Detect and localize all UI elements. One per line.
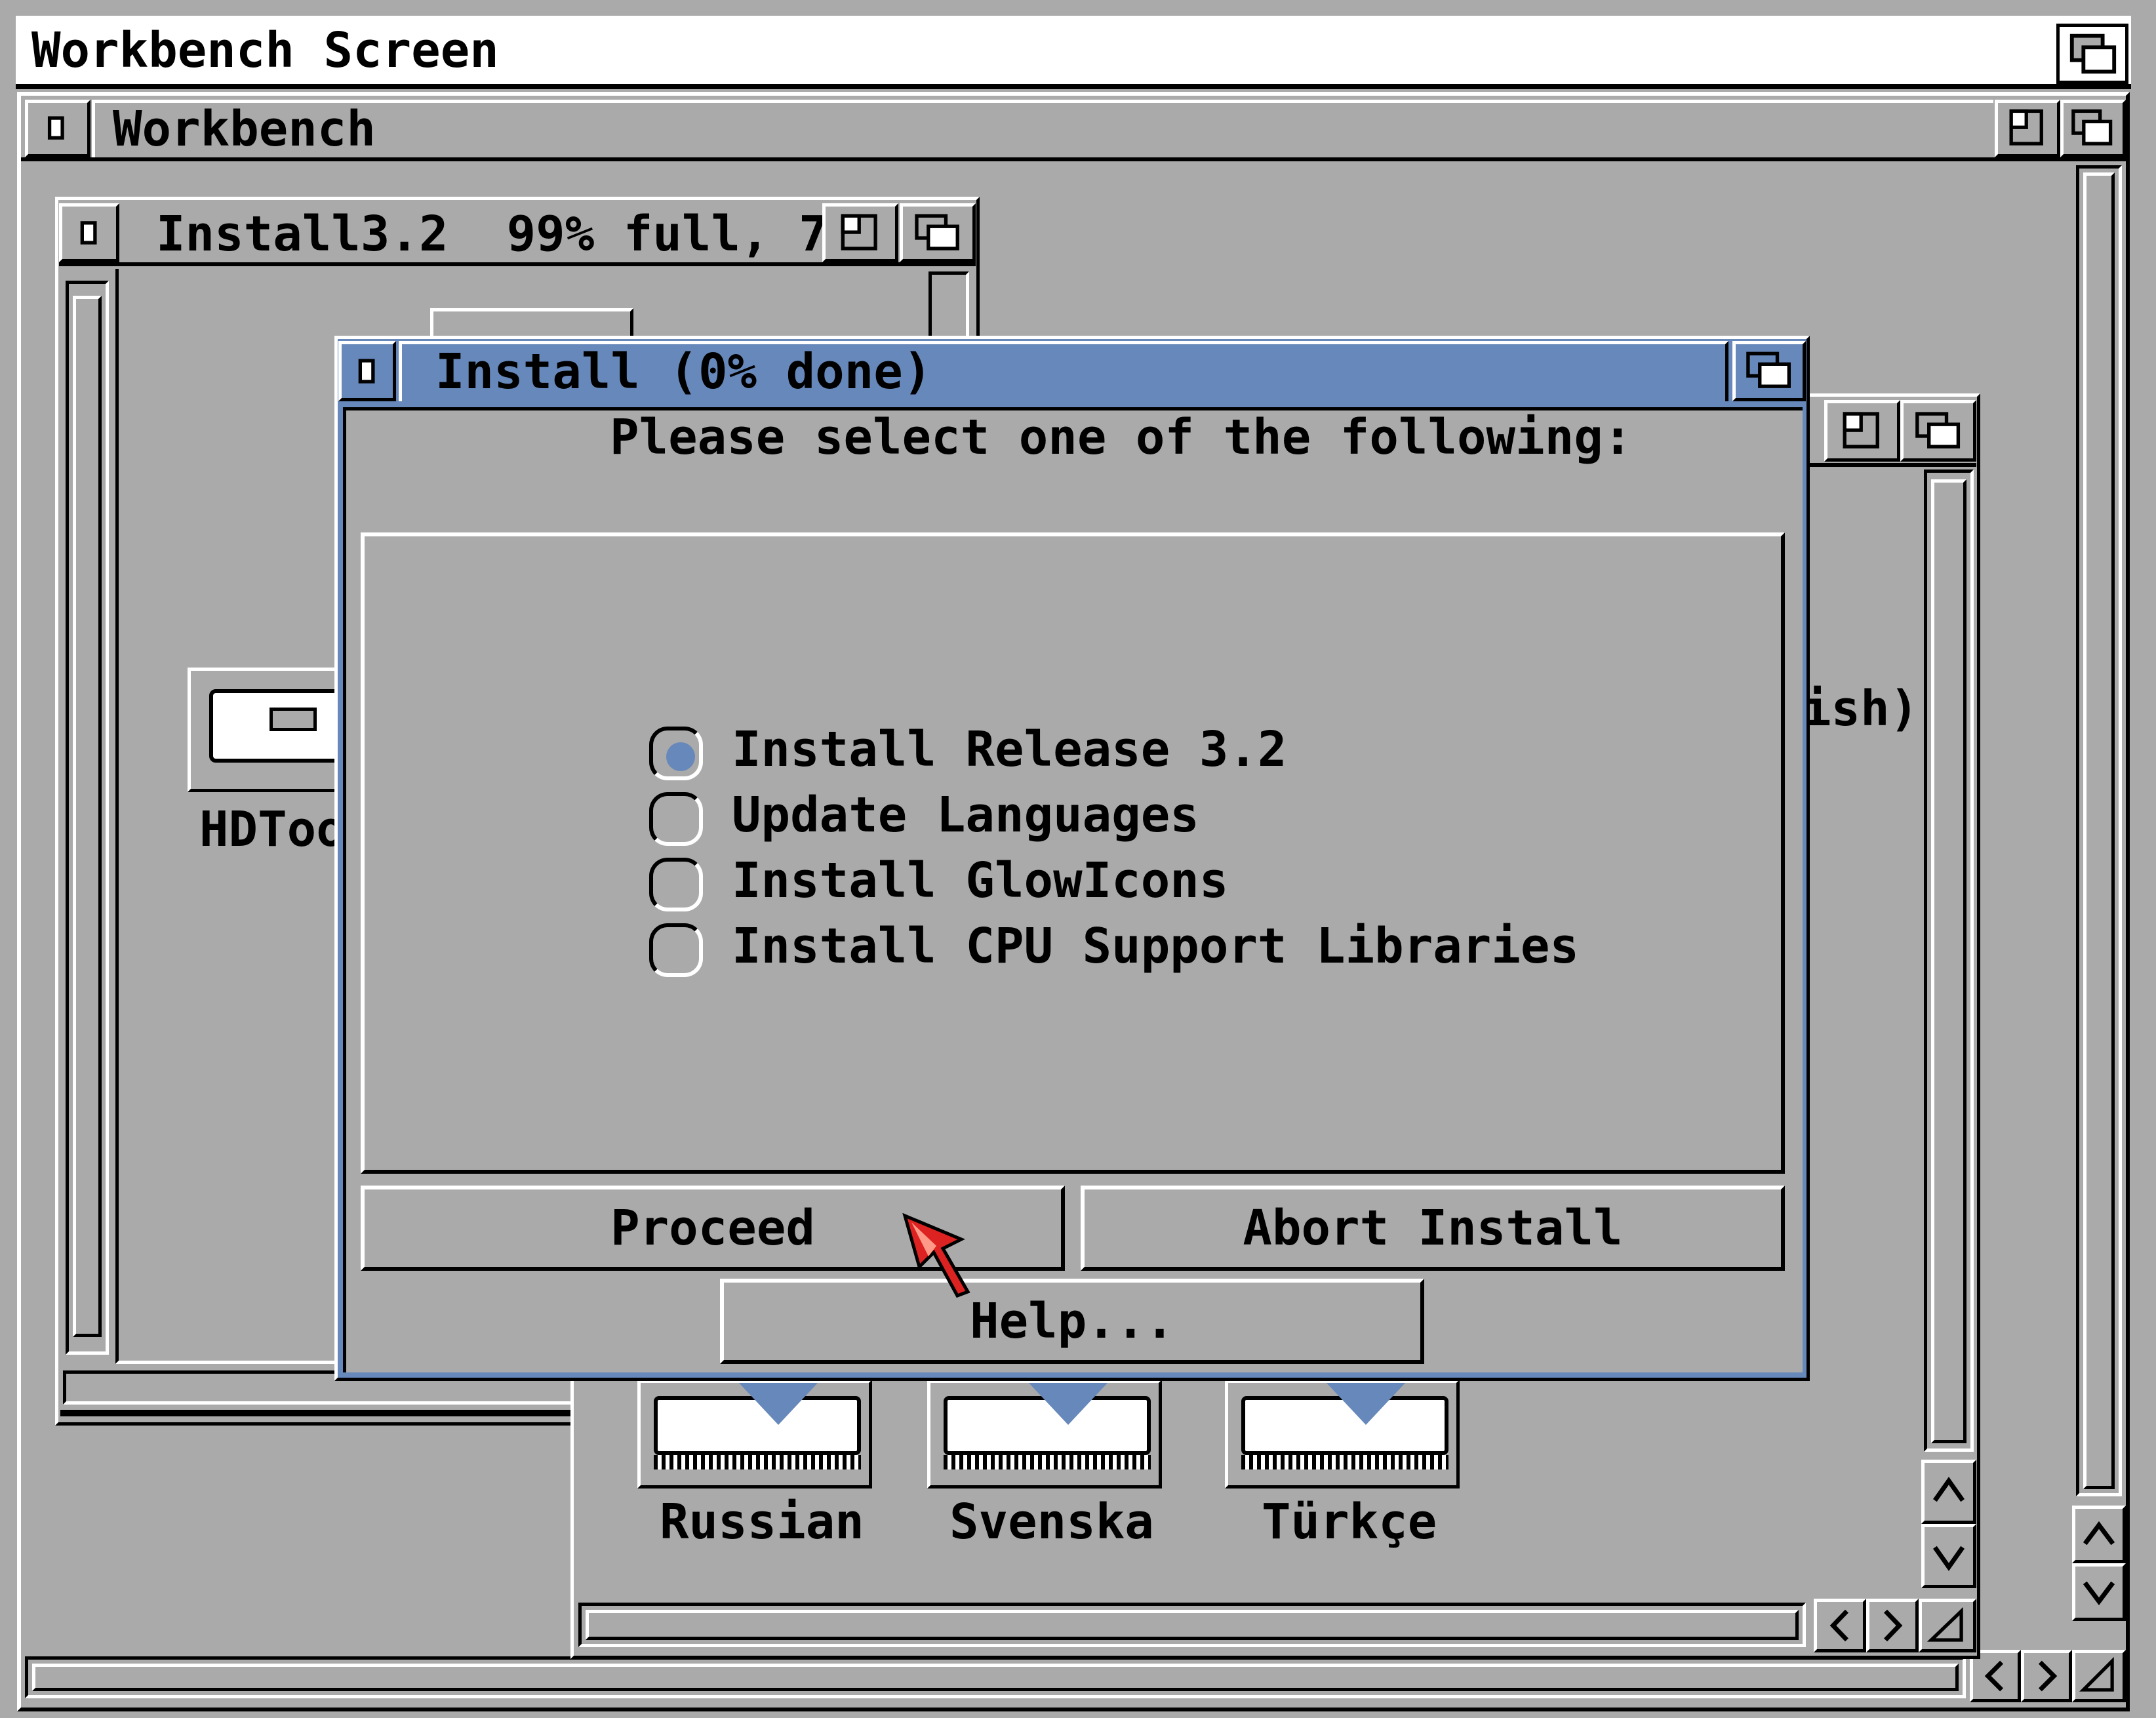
locale-size-gadget[interactable] [1919,1599,1976,1652]
drawer-icon-svenska[interactable] [927,1380,1162,1491]
locale-drawer-horizontal-knob[interactable] [586,1610,1799,1640]
workbench-scroll-down-arrow[interactable] [2072,1563,2126,1621]
workbench-size-gadget[interactable] [2072,1650,2126,1702]
install-drawer-close-gadget[interactable] [59,203,119,262]
resize-icon [2079,1656,2114,1692]
screen-title: Workbench Screen [31,22,499,79]
install-drawer-vertical-knob[interactable] [73,296,102,1337]
workbench-horizontal-scrollbar[interactable] [25,1656,1966,1698]
locale-drawer-horizontal-scrollbar[interactable] [578,1603,1806,1647]
depth-icon [2071,109,2113,146]
install-drawer-zoom-gadget[interactable] [822,203,898,262]
proceed-button-label: Proceed [610,1200,815,1256]
hdtools-icon[interactable] [188,668,347,799]
abort-install-button[interactable]: Abort Install [1081,1186,1785,1271]
workbench-vertical-knob[interactable] [2083,172,2115,1489]
option-install-cpu-libraries[interactable]: Install CPU Support Libraries [649,918,1579,981]
install-drawer-depth-gadget[interactable] [900,203,976,262]
workbench-horizontal-knob[interactable] [32,1664,1959,1691]
resize-icon [1926,1607,1963,1642]
option-label: Update Languages [732,787,1199,843]
locale-drawer-vertical-scrollbar[interactable] [1924,469,1974,1452]
locale-scroll-up-arrow[interactable] [1921,1460,1976,1524]
depth-icon [2069,33,2117,74]
radio-selected-dot [666,742,695,771]
icon-label: Svenska [949,1494,1154,1550]
drawer-icon [637,1380,872,1488]
help-button-label: Help... [970,1293,1174,1349]
arrow-right-icon [2038,1660,2058,1692]
option-install-glowicons[interactable]: Install GlowIcons [649,852,1370,915]
arrow-down-icon [2083,1581,2115,1606]
close-icon [80,221,97,245]
close-icon [47,116,64,140]
install-drawer-title-bar[interactable]: Install3.2 99% full, 7K [59,201,976,266]
drawer-icon-russian[interactable] [637,1380,872,1491]
screen-depth-gadget[interactable] [2056,24,2128,84]
icon-label: HDToo [199,801,346,858]
radio-button[interactable] [649,858,703,911]
zoom-icon [2009,109,2043,146]
workbench-title-bar[interactable]: Workbench [21,96,2126,161]
option-update-languages[interactable]: Update Languages [649,787,1370,850]
workbench-zoom-gadget[interactable] [1995,100,2060,157]
radio-button[interactable] [649,727,703,780]
arrow-left-icon [1829,1609,1849,1642]
arrow-right-icon [1883,1609,1903,1642]
radio-button[interactable] [649,923,703,977]
option-label: Install GlowIcons [732,852,1229,909]
arrow-left-icon [1984,1660,2004,1692]
icon-label: Türkçe [1262,1494,1437,1550]
workbench-close-gadget[interactable] [25,100,90,157]
radio-button[interactable] [649,792,703,846]
locale-drawer-depth-gadget[interactable] [1900,400,1976,462]
drawer-icon [927,1380,1162,1488]
install-prompt: Please select one of the following: [610,409,1633,466]
arrow-up-icon [2083,1521,2115,1546]
install-drawer-vertical-scrollbar[interactable] [66,281,109,1355]
locale-scroll-right-arrow[interactable] [1866,1599,1919,1652]
workbench-scroll-right-arrow[interactable] [2021,1650,2072,1702]
install-drawer-title: Install3.2 99% full, 7K [156,206,858,262]
install-dialog-depth-gadget[interactable] [1732,341,1806,401]
option-label: Install CPU Support Libraries [732,918,1580,974]
close-icon [358,359,375,384]
locale-scroll-left-arrow[interactable] [1814,1599,1866,1652]
zoom-icon [841,214,877,250]
icon-label: Russian [660,1494,864,1550]
install-dialog-title-bar[interactable]: Install (0% done) [338,340,1806,404]
arrow-down-icon [1932,1546,1965,1571]
depth-icon [1746,351,1791,388]
arrow-up-icon [1932,1477,1965,1502]
depth-icon [915,214,959,250]
screen-title-bar: Workbench Screen [0,0,2156,90]
zoom-icon [1843,412,1879,449]
locale-drawer-vertical-knob[interactable] [1931,479,1966,1443]
workbench-scroll-up-arrow[interactable] [2072,1506,2126,1563]
drawer-icon [1225,1380,1460,1488]
help-button[interactable]: Help... [720,1279,1424,1364]
depth-icon [1915,412,1961,449]
install-drawer-right-scrollbar[interactable] [928,271,969,344]
locale-drawer-zoom-gadget[interactable] [1824,400,1900,462]
workbench-title: Workbench [113,101,376,157]
workbench-depth-gadget[interactable] [2060,100,2126,157]
locale-scroll-down-arrow[interactable] [1921,1524,1976,1588]
option-install-release[interactable]: Install Release 3.2 [649,721,1370,784]
abort-install-button-label: Abort Install [1243,1200,1623,1256]
hard-drive-icon [188,668,347,792]
mouse-pointer-icon [902,1213,970,1298]
drawer-icon-turkce[interactable] [1225,1380,1460,1491]
workbench-vertical-scrollbar[interactable] [2076,165,2122,1496]
option-label: Install Release 3.2 [732,721,1287,778]
install-dialog-close-gadget[interactable] [338,341,396,401]
partial-icon-label: ish) [1802,681,1919,737]
